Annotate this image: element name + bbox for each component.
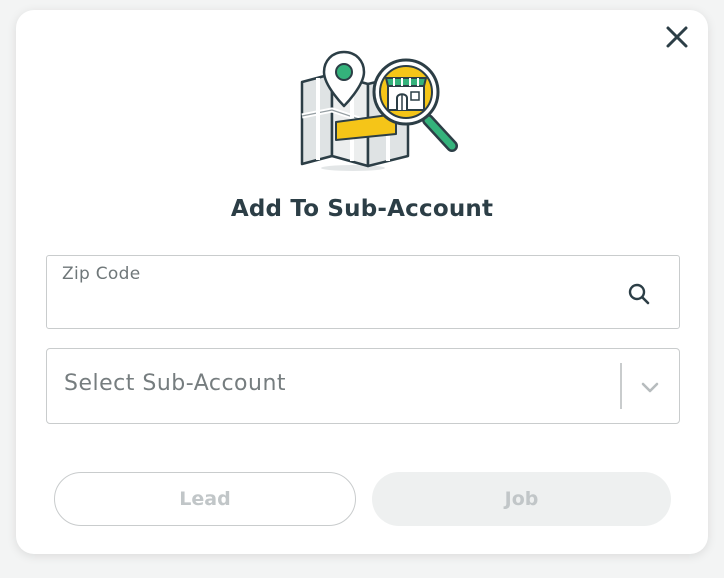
zip-code-input[interactable]: [61, 292, 605, 322]
search-button[interactable]: [627, 282, 651, 306]
close-icon: [666, 26, 688, 48]
select-divider: [620, 363, 622, 409]
map-store-search-illustration: [296, 46, 466, 178]
dialog-title: Add To Sub-Account: [230, 196, 494, 222]
zip-code-label: Zip Code: [62, 264, 141, 284]
search-icon: [628, 283, 650, 305]
lead-button[interactable]: Lead: [54, 472, 356, 526]
close-button[interactable]: [664, 24, 690, 50]
sub-account-select-value: Select Sub-Account: [64, 371, 287, 396]
sub-account-select[interactable]: Select Sub-Account: [46, 348, 680, 424]
zip-code-field[interactable]: Zip Code: [46, 255, 680, 329]
job-button[interactable]: Job: [372, 472, 671, 526]
add-to-sub-account-dialog: Add To Sub-Account Zip Code Select Sub-A…: [16, 10, 708, 554]
chevron-down-icon[interactable]: [639, 377, 661, 397]
